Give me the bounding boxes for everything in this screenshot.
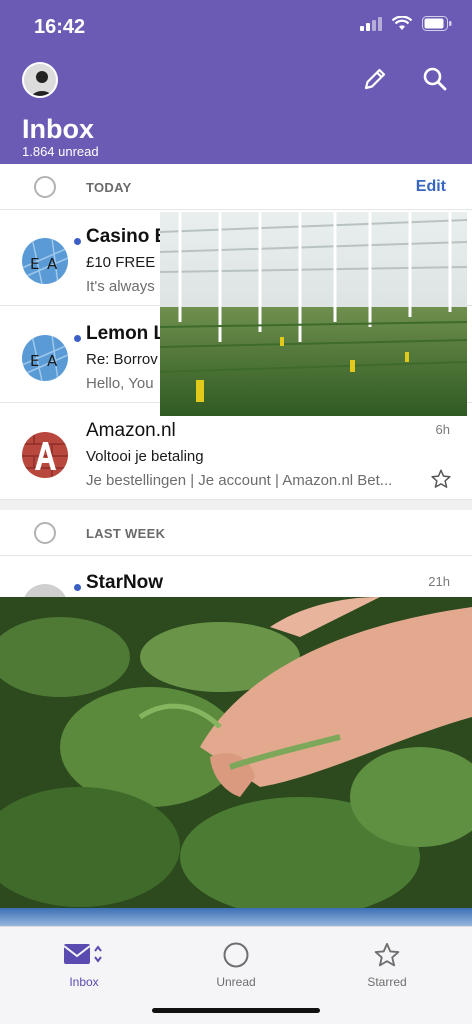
plants-photo xyxy=(0,597,472,911)
tab-starred[interactable]: Starred xyxy=(327,935,447,995)
sender-avatar: E A xyxy=(22,238,68,284)
pencil-icon xyxy=(364,68,386,90)
ea-logo-icon: E A xyxy=(22,335,68,381)
ea-logo-icon: E A xyxy=(22,238,68,284)
section-label-last-week: LAST WEEK xyxy=(86,526,166,541)
star-icon xyxy=(374,942,400,967)
section-last-week: LAST WEEK xyxy=(0,510,472,556)
section-divider xyxy=(0,500,472,510)
message-time: 6h xyxy=(435,422,450,437)
greenhouse-photo xyxy=(160,212,467,416)
message-preview: Je bestellingen | Je account | Amazon.nl… xyxy=(86,472,393,489)
edit-button[interactable]: Edit xyxy=(416,178,446,196)
greenhouse-image xyxy=(160,212,467,416)
profile-avatar[interactable] xyxy=(22,62,58,98)
select-all-today-checkbox[interactable] xyxy=(34,176,56,198)
sender-name: Casino E xyxy=(86,226,168,247)
tab-inbox[interactable]: Inbox xyxy=(24,935,144,995)
unread-indicator xyxy=(74,584,81,591)
app-header: 16:42 Inbox 1.864 unread xyxy=(0,0,472,164)
sender-avatar: E A xyxy=(22,335,68,381)
star-icon[interactable] xyxy=(430,468,452,490)
search-button[interactable] xyxy=(418,62,452,96)
page-title: Inbox xyxy=(22,114,94,144)
sender-name: Amazon.nl xyxy=(86,420,176,441)
select-all-last-week-checkbox[interactable] xyxy=(34,522,56,544)
message-subject: Re: Borrov xyxy=(86,351,158,368)
unread-indicator xyxy=(74,335,81,342)
message-time: 21h xyxy=(428,574,450,589)
status-bar: 16:42 xyxy=(0,0,472,56)
circle-icon xyxy=(223,942,249,968)
inbox-envelope-icon xyxy=(63,944,102,964)
tab-unread-label: Unread xyxy=(216,975,256,989)
svg-text:E: E xyxy=(30,255,39,273)
message-subject: Voltooi je betaling xyxy=(86,448,204,465)
home-indicator[interactable] xyxy=(152,1008,320,1013)
person-avatar-icon xyxy=(24,64,56,96)
unread-count: 1.864 unread xyxy=(22,144,99,159)
status-icons xyxy=(360,16,452,31)
svg-text:A: A xyxy=(47,352,58,370)
section-label-today: TODAY xyxy=(86,180,132,195)
tab-starred-label: Starred xyxy=(367,975,407,989)
wifi-icon xyxy=(392,16,412,30)
sender-name: StarNow xyxy=(86,572,164,593)
signal-icon xyxy=(360,16,382,31)
unread-indicator xyxy=(74,238,81,245)
sender-name: Lemon L xyxy=(86,323,166,344)
section-today: TODAY Edit xyxy=(0,164,472,210)
compose-button[interactable] xyxy=(358,62,392,96)
search-icon xyxy=(423,67,447,91)
message-subject: £10 FREE - xyxy=(86,254,165,271)
tab-unread[interactable]: Unread xyxy=(176,935,296,995)
amazon-logo-icon xyxy=(22,432,68,478)
svg-text:E: E xyxy=(30,352,39,370)
plants-image xyxy=(0,597,472,911)
status-time: 16:42 xyxy=(34,16,86,38)
battery-icon xyxy=(422,16,452,31)
svg-text:A: A xyxy=(47,255,58,273)
sender-avatar xyxy=(22,432,68,478)
message-row[interactable]: Amazon.nl 6h Voltooi je betaling Je best… xyxy=(0,404,472,500)
tab-inbox-label: Inbox xyxy=(69,975,99,989)
